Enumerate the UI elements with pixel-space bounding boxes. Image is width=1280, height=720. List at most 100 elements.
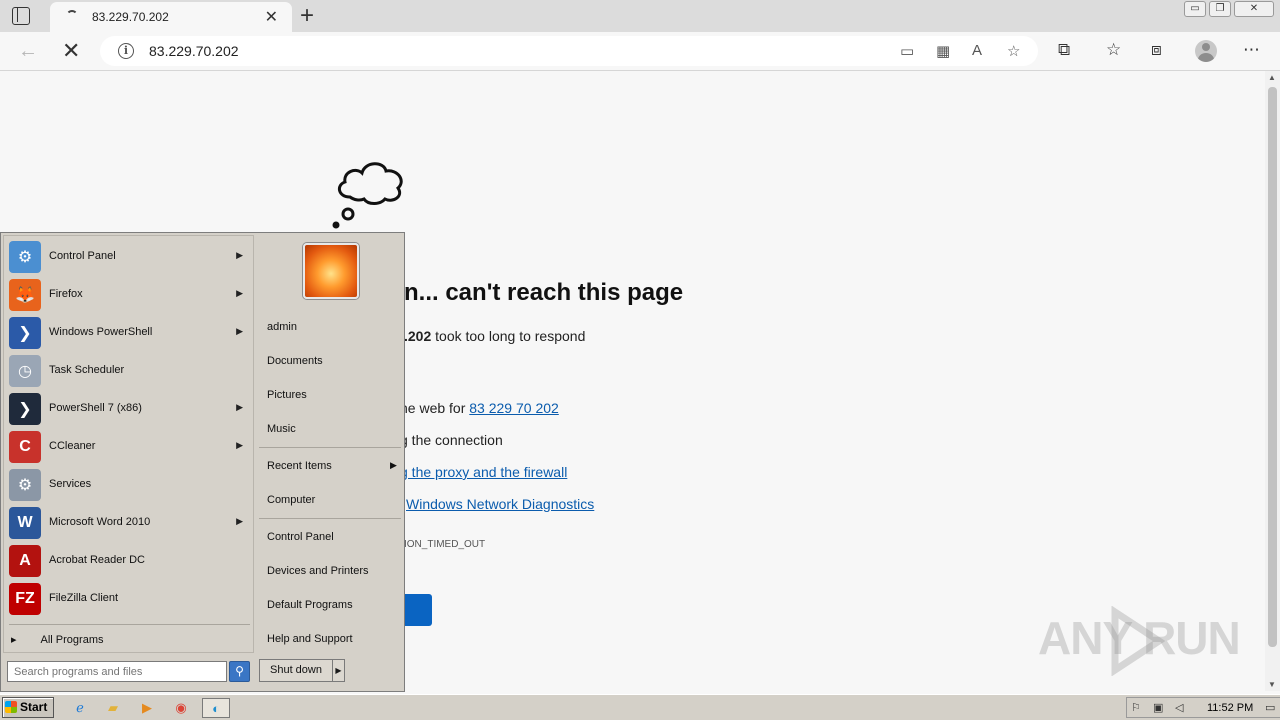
tab-title: 83.229.70.202: [92, 10, 169, 24]
tab-close-icon[interactable]: ✕: [265, 7, 278, 27]
program-label: Windows PowerShell: [49, 326, 153, 338]
ie-icon[interactable]: ℯ: [68, 698, 92, 718]
program-item[interactable]: 🦊 Firefox ▶: [7, 277, 247, 313]
program-item[interactable]: ❯ PowerShell 7 (x86) ▶: [7, 391, 247, 427]
watermark-text: ANY RUN: [1038, 612, 1241, 664]
windows-flag-icon: [5, 701, 17, 713]
program-label: Microsoft Word 2010: [49, 516, 151, 528]
tab-actions-icon[interactable]: [12, 7, 30, 25]
program-label: Acrobat Reader DC: [49, 554, 145, 566]
computer-link[interactable]: Computer: [267, 494, 315, 506]
search-icon[interactable]: ⚲: [229, 661, 250, 682]
collections-icon[interactable]: ⧈: [1151, 40, 1162, 60]
proxy-firewall-link[interactable]: g the proxy and the firewall: [400, 464, 567, 480]
start-menu: ▸ All Programs ⚲ admin Documents Pictures…: [0, 232, 405, 692]
start-button[interactable]: Start: [2, 697, 54, 718]
recent-items-link[interactable]: Recent Items: [267, 460, 332, 472]
suggestion-connection: g the connection: [400, 432, 503, 448]
program-item[interactable]: ⚙ Services: [7, 467, 247, 503]
scroll-thumb[interactable]: [1268, 87, 1277, 647]
powershell7-icon: ❯: [9, 393, 41, 425]
program-label: Firefox: [49, 288, 83, 300]
program-item[interactable]: ❯ Windows PowerShell ▶: [7, 315, 247, 351]
scroll-up-icon[interactable]: ▲: [1268, 73, 1276, 82]
program-item[interactable]: ◷ Task Scheduler: [7, 353, 247, 389]
timeout-text: took too long to respond: [431, 328, 586, 344]
media-player-icon[interactable]: ▶: [135, 698, 159, 718]
chrome-icon[interactable]: ◉: [169, 698, 193, 718]
back-arrow-icon[interactable]: ←: [18, 40, 38, 63]
volume-icon[interactable]: ◁: [1175, 701, 1183, 714]
start-label: Start: [20, 700, 48, 714]
url-text[interactable]: 83.229.70.202: [149, 43, 239, 59]
minimize-button[interactable]: ▭: [1184, 1, 1206, 17]
pictures-link[interactable]: Pictures: [267, 389, 307, 401]
music-link[interactable]: Music: [267, 423, 296, 435]
more-menu-icon[interactable]: ⋯: [1243, 40, 1260, 60]
show-desktop-icon[interactable]: ▭: [1265, 701, 1275, 714]
powershell-icon: ❯: [9, 317, 41, 349]
shutdown-options-icon[interactable]: ▶: [333, 659, 345, 682]
thought-bubble-icon: [332, 162, 403, 229]
scroll-down-icon[interactable]: ▼: [1268, 680, 1276, 689]
clock-icon: ◷: [9, 355, 41, 387]
add-favorite-icon[interactable]: ☆: [1007, 42, 1020, 60]
triangle-right-icon: ▸: [11, 634, 17, 646]
program-item[interactable]: ⚙ Control Panel ▶: [7, 239, 247, 275]
program-label: FileZilla Client: [49, 592, 119, 604]
profile-avatar[interactable]: [1195, 40, 1217, 62]
system-tray: ⚐ ▣ ◁ 11:52 PM ▭: [1126, 697, 1280, 718]
word-icon: W: [9, 507, 41, 539]
control-panel-link[interactable]: Control Panel: [267, 531, 334, 543]
program-item[interactable]: C CCleaner ▶: [7, 429, 247, 465]
program-label: PowerShell 7 (x86): [49, 402, 142, 414]
network-icon[interactable]: ▣: [1153, 701, 1163, 714]
error-description: .202 took too long to respond: [404, 328, 585, 344]
help-support-link[interactable]: Help and Support: [267, 633, 353, 645]
extensions-icon[interactable]: ⧉: [1058, 40, 1070, 60]
program-item[interactable]: FZ FileZilla Client: [7, 581, 247, 617]
chevron-right-icon: ▶: [390, 460, 397, 470]
program-label: Control Panel: [49, 250, 116, 262]
tab-active[interactable]: 83.229.70.202 ✕: [50, 2, 292, 32]
error-code: ION_TIMED_OUT: [404, 539, 486, 550]
stop-loading-icon[interactable]: ✕: [62, 38, 80, 64]
user-folder-link[interactable]: admin: [267, 321, 297, 333]
devices-printers-link[interactable]: Devices and Printers: [267, 565, 369, 577]
vertical-scrollbar[interactable]: ▲ ▼: [1265, 71, 1280, 691]
divider: [9, 624, 250, 625]
close-window-button[interactable]: ✕: [1234, 1, 1274, 17]
explorer-icon[interactable]: ▰: [101, 698, 125, 718]
shutdown-button[interactable]: Shut down: [259, 659, 333, 682]
program-item[interactable]: W Microsoft Word 2010 ▶: [7, 505, 247, 541]
all-programs-button[interactable]: ▸ All Programs: [11, 633, 104, 646]
tab-bar: 83.229.70.202 ✕ + ▭ ❐ ✕: [0, 0, 1280, 32]
site-info-icon[interactable]: i: [118, 43, 134, 59]
search-programs-input[interactable]: [7, 661, 227, 682]
restore-button[interactable]: ❐: [1209, 1, 1231, 17]
address-bar[interactable]: i 83.229.70.202 ▭ ▦ A ☆: [100, 36, 1038, 66]
qr-code-icon[interactable]: ▦: [936, 42, 950, 60]
browser-toolbar: ← ✕ i 83.229.70.202 ▭ ▦ A ☆ ⧉ ☆ ⧈ ⋯: [0, 32, 1280, 71]
favorites-icon[interactable]: ☆: [1106, 40, 1121, 60]
app-available-icon[interactable]: ▭: [900, 42, 914, 60]
default-programs-link[interactable]: Default Programs: [267, 599, 353, 611]
edge-icon[interactable]: ◐: [202, 698, 230, 718]
read-aloud-icon[interactable]: A: [972, 42, 982, 59]
chevron-right-icon: ▶: [236, 440, 243, 450]
chevron-right-icon: ▶: [236, 250, 243, 260]
ccleaner-icon: C: [9, 431, 41, 463]
program-item[interactable]: A Acrobat Reader DC: [7, 543, 247, 579]
user-picture[interactable]: [303, 243, 359, 299]
program-label: CCleaner: [49, 440, 96, 452]
control-panel-icon: ⚙: [9, 241, 41, 273]
loading-spinner-icon: [66, 10, 78, 22]
flag-icon[interactable]: ⚐: [1131, 701, 1141, 714]
program-label: Services: [49, 478, 92, 490]
clock[interactable]: 11:52 PM: [1207, 702, 1253, 714]
network-diagnostics-link[interactable]: Windows Network Diagnostics: [406, 496, 594, 512]
new-tab-button[interactable]: +: [300, 2, 314, 30]
acrobat-icon: A: [9, 545, 41, 577]
documents-link[interactable]: Documents: [267, 355, 323, 367]
search-link[interactable]: 83 229 70 202: [469, 400, 559, 416]
